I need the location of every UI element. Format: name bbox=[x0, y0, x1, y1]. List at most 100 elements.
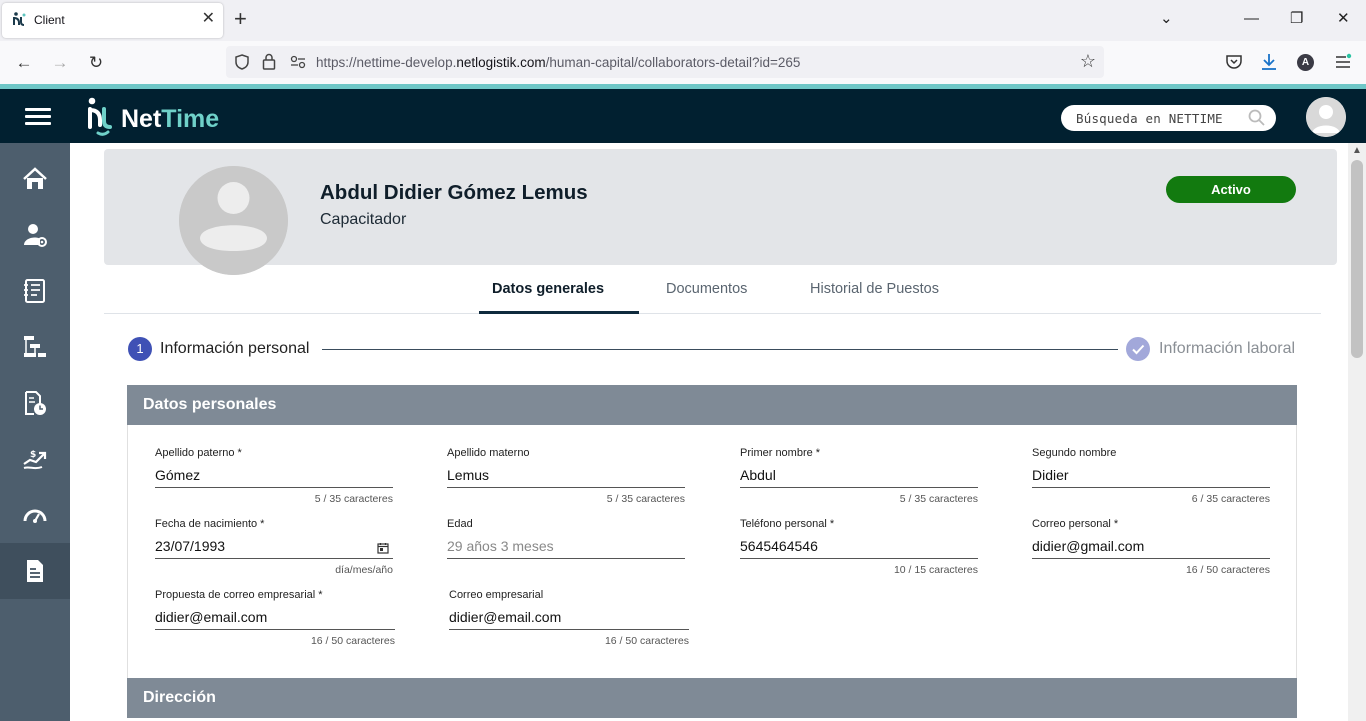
global-search[interactable]: Búsqueda en NETTIME bbox=[1061, 105, 1276, 131]
sidebar-item-collaborators[interactable] bbox=[0, 207, 70, 263]
lock-icon[interactable] bbox=[262, 53, 276, 70]
input-underline bbox=[740, 558, 978, 559]
search-icon[interactable] bbox=[1248, 109, 1266, 127]
input-underline bbox=[155, 487, 393, 488]
search-placeholder[interactable]: Búsqueda en NETTIME bbox=[1076, 111, 1223, 126]
field-label: Apellido materno bbox=[447, 447, 530, 459]
sidebar-item-org-chart[interactable] bbox=[0, 319, 70, 375]
check-icon bbox=[1132, 344, 1145, 355]
field-label: Propuesta de correo empresarial * bbox=[155, 589, 323, 601]
new-tab-icon[interactable]: + bbox=[234, 8, 247, 30]
field-primer-nombre: Primer nombre * Abdul 5 / 35 caracteres bbox=[740, 447, 978, 505]
tab-documentos[interactable]: Documentos bbox=[666, 281, 747, 297]
field-edad: Edad 29 años 3 meses bbox=[447, 518, 685, 559]
correo-personal-input[interactable]: didier@gmail.com bbox=[1032, 538, 1270, 558]
fecha-nacimiento-input[interactable]: 23/07/1993 bbox=[155, 538, 393, 558]
edad-input: 29 años 3 meses bbox=[447, 538, 554, 554]
url-text[interactable]: https://nettime-develop.netlogistik.com/… bbox=[316, 55, 800, 70]
scroll-up-icon[interactable]: ▲ bbox=[1352, 145, 1362, 156]
propuesta-correo-input[interactable]: didier@email.com bbox=[155, 609, 395, 629]
stepper: 1 Información personal Información labor… bbox=[128, 337, 1297, 361]
back-icon[interactable]: ← bbox=[14, 53, 34, 73]
sidebar-item-documents-time[interactable] bbox=[0, 375, 70, 431]
telefono-personal-input[interactable]: 5645464546 bbox=[740, 538, 978, 558]
nettime-favicon-icon bbox=[13, 12, 26, 26]
section-datos-personales: Apellido paterno * Gómez 5 / 35 caracter… bbox=[127, 425, 1297, 678]
sidebar-item-notebook[interactable] bbox=[0, 263, 70, 319]
tab-list-chevron-icon[interactable]: ⌄ bbox=[1160, 10, 1173, 28]
sidebar-item-performance[interactable] bbox=[0, 487, 70, 543]
char-counter: 5 / 35 caracteres bbox=[314, 493, 393, 505]
profile-avatar bbox=[179, 166, 288, 275]
tab-title: Client bbox=[34, 13, 65, 27]
step-1-indicator[interactable]: 1 bbox=[128, 337, 152, 361]
field-label: Correo empresarial bbox=[449, 589, 544, 601]
address-bar[interactable]: https://nettime-develop.netlogistik.com/… bbox=[226, 46, 1104, 78]
speedometer-icon bbox=[23, 509, 47, 523]
app-header: NetTime Búsqueda en NETTIME bbox=[0, 89, 1366, 143]
svg-text:$: $ bbox=[30, 450, 36, 460]
menu-icon[interactable] bbox=[1334, 53, 1352, 71]
notebook-icon bbox=[24, 279, 45, 303]
main-content: Abdul Didier Gómez Lemus Capacitador Act… bbox=[70, 143, 1348, 721]
input-underline bbox=[740, 487, 978, 488]
primer-nombre-input[interactable]: Abdul bbox=[740, 467, 978, 487]
bookmark-star-icon[interactable]: ☆ bbox=[1080, 51, 1096, 72]
input-underline bbox=[1032, 487, 1270, 488]
segundo-nombre-input[interactable]: Didier bbox=[1032, 467, 1270, 487]
status-badge[interactable]: Activo bbox=[1166, 176, 1296, 203]
restore-icon[interactable]: ❐ bbox=[1290, 10, 1303, 28]
input-underline bbox=[155, 558, 393, 559]
field-label: Correo personal * bbox=[1032, 518, 1119, 530]
field-segundo-nombre: Segundo nombre Didier 6 / 35 caracteres bbox=[1032, 447, 1270, 505]
home-icon bbox=[23, 167, 47, 189]
step-2-label[interactable]: Información laboral bbox=[1159, 340, 1295, 358]
char-counter: 5 / 35 caracteres bbox=[899, 493, 978, 505]
char-counter: 16 / 50 caracteres bbox=[604, 635, 689, 647]
permissions-icon[interactable] bbox=[290, 55, 306, 69]
employee-role: Capacitador bbox=[320, 211, 407, 228]
employee-name: Abdul Didier Gómez Lemus bbox=[320, 181, 588, 204]
field-label: Segundo nombre bbox=[1032, 447, 1117, 459]
field-label: Primer nombre * bbox=[740, 447, 821, 459]
download-icon[interactable] bbox=[1260, 52, 1278, 72]
user-settings-icon bbox=[24, 224, 47, 247]
reload-icon[interactable]: ↻ bbox=[86, 53, 106, 73]
minimize-icon[interactable]: — bbox=[1244, 10, 1259, 28]
pocket-icon[interactable] bbox=[1225, 53, 1243, 71]
input-underline bbox=[155, 629, 395, 630]
user-silhouette-icon bbox=[179, 166, 288, 275]
correo-empresarial-input[interactable]: didier@email.com bbox=[449, 609, 689, 629]
input-underline bbox=[449, 629, 689, 630]
field-correo-empresarial: Correo empresarial didier@email.com 16 /… bbox=[449, 589, 689, 647]
field-apellido-paterno: Apellido paterno * Gómez 5 / 35 caracter… bbox=[155, 447, 393, 505]
browser-tab[interactable]: Client ✕ bbox=[2, 3, 223, 38]
sidebar-item-home[interactable] bbox=[0, 151, 70, 207]
page-scrollbar[interactable]: ▲ bbox=[1348, 143, 1366, 721]
hand-growth-icon: $ bbox=[23, 450, 47, 470]
apellido-paterno-input[interactable]: Gómez bbox=[155, 467, 393, 487]
char-counter: 6 / 35 caracteres bbox=[1191, 493, 1270, 505]
step-2-indicator[interactable] bbox=[1126, 337, 1150, 361]
tab-datos-generales[interactable]: Datos generales bbox=[492, 281, 604, 297]
scrollbar-thumb[interactable] bbox=[1351, 160, 1363, 358]
forward-icon[interactable]: → bbox=[50, 53, 70, 73]
shield-icon[interactable] bbox=[234, 54, 250, 70]
sidebar-item-growth[interactable]: $ bbox=[0, 431, 70, 487]
account-icon[interactable]: A bbox=[1297, 54, 1314, 71]
section-header-direccion: Dirección bbox=[127, 678, 1297, 718]
step-1-label[interactable]: Información personal bbox=[160, 340, 309, 358]
close-tab-icon[interactable]: ✕ bbox=[202, 10, 215, 28]
logo-text: NetTime bbox=[121, 105, 220, 133]
tab-historial-puestos[interactable]: Historial de Puestos bbox=[810, 281, 939, 297]
hamburger-menu-icon[interactable] bbox=[25, 108, 51, 126]
sidebar-item-reports[interactable] bbox=[0, 543, 70, 599]
apellido-materno-input[interactable]: Lemus bbox=[447, 467, 685, 487]
input-underline bbox=[447, 487, 685, 488]
sidebar: $ bbox=[0, 143, 70, 721]
field-label: Edad bbox=[447, 518, 473, 530]
close-window-icon[interactable]: ✕ bbox=[1337, 10, 1350, 28]
active-tab-indicator bbox=[479, 311, 639, 314]
user-avatar[interactable] bbox=[1306, 97, 1346, 137]
calendar-icon[interactable] bbox=[377, 542, 389, 554]
